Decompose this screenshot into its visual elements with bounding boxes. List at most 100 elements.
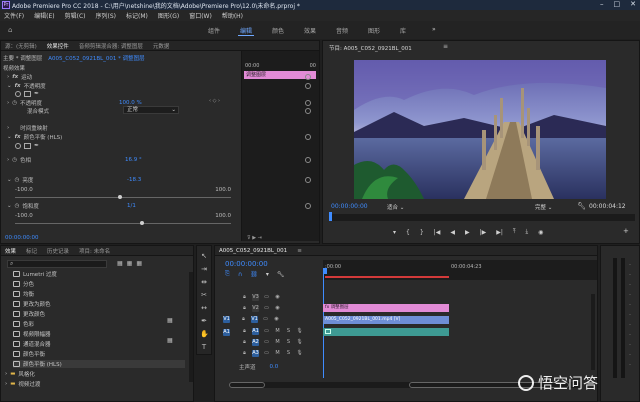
ripple-edit-tool-icon[interactable]: ⇹ [200,278,208,286]
track-select-tool-icon[interactable]: ⇥ [200,265,208,273]
tab-metadata[interactable]: 元数据 [153,42,170,50]
list-item[interactable]: 通道混合器 [13,340,51,348]
stopwatch-icon[interactable]: ◷ [12,157,17,163]
32bit-effects-icon[interactable]: ▦ [127,260,133,267]
chevron-right-icon[interactable]: › [7,157,9,163]
mute-icon[interactable]: M [274,339,281,346]
reset-icon[interactable] [305,177,311,183]
step-back-icon[interactable]: ◀ [450,229,455,236]
lock-icon[interactable]: 🔒︎ [241,339,248,346]
tab-effects[interactable]: 效果 [5,247,16,255]
pen-mask-icon[interactable]: ✒ [34,142,39,149]
tab-project[interactable]: 项目: 未命名 [79,247,110,255]
workspace-effects[interactable]: 效果 [304,26,316,35]
reset-icon[interactable] [305,134,311,140]
rectangle-mask-icon[interactable] [24,142,31,149]
list-item[interactable]: 分色 [13,280,34,288]
home-icon[interactable]: ⌂ [8,26,12,34]
adjustment-layer-clip[interactable]: fx 调整图层 [323,304,449,312]
effects-search-input[interactable]: ⌕ [7,260,107,268]
sync-lock-icon[interactable]: ▭ [263,305,270,312]
playback-resolution-dropdown[interactable]: 完整 ⌄ [535,203,565,211]
maximize-icon[interactable]: □ [614,0,621,8]
chevron-right-icon[interactable]: › [7,74,9,80]
scrollbar-thumb[interactable] [229,382,265,388]
timeline-timecode[interactable]: 00:00:00:00 [225,260,268,268]
audio-clip[interactable] [323,328,449,336]
menu-help[interactable]: 帮助(H) [222,11,243,20]
lock-icon[interactable]: 🔒︎ [241,305,248,312]
menu-file[interactable]: 文件(F) [4,11,24,20]
timeline-sequence-tab[interactable]: A005_C052_0921BL_001 [219,248,287,254]
reset-icon[interactable] [305,74,311,80]
program-monitor-title[interactable]: 节目: A005_C052_0921BL_001 [329,44,412,52]
stopwatch-icon[interactable]: ◷ [12,100,17,106]
mute-icon[interactable]: M [274,350,281,357]
source-patch-v1[interactable]: V1 [223,316,230,323]
tab-audio-clip-mixer[interactable]: 音频剪辑混合器: 调整图层 [79,42,143,50]
program-video-frame[interactable] [354,60,606,199]
razor-tool-icon[interactable]: ✂ [200,291,208,299]
saturation-slider-knob[interactable] [140,221,144,225]
timeline-vertical-scrollbar[interactable] [591,294,595,370]
master-track-value[interactable]: 0.0 [270,364,279,370]
accelerated-effects-icon[interactable]: ▦ [117,260,123,267]
solo-icon[interactable]: S [285,350,292,357]
chevron-down-icon[interactable]: ⌄ [7,177,12,183]
lightness-slider-knob[interactable] [118,195,122,199]
list-item[interactable]: 更改颜色 [13,310,45,318]
rectangle-mask-icon[interactable] [24,90,31,97]
menu-edit[interactable]: 编辑(E) [34,11,54,20]
solo-icon[interactable]: S [285,328,292,335]
wrench-icon[interactable]: 🔧︎ [577,202,586,210]
workspace-color[interactable]: 颜色 [272,26,284,35]
zoom-fit-dropdown[interactable]: 适合 ⌄ [387,203,427,211]
scrollbar[interactable] [189,272,193,382]
slip-tool-icon[interactable]: ↔ [200,304,208,312]
add-marker-icon[interactable]: ▾ [393,229,396,236]
program-scrub-bar[interactable] [329,212,635,221]
filter-icon[interactable]: ⊽ ▶ ⇥ [247,235,262,241]
reset-icon[interactable] [305,203,311,209]
workspace-assembly[interactable]: 组件 [208,26,220,35]
list-item[interactable]: 视频限幅器 [13,330,51,338]
timeline-ruler[interactable]: :00:00 00:00:04:23 [323,260,597,280]
menu-graphics[interactable]: 图形(G) [158,11,179,20]
microphone-icon[interactable]: 🎙︎ [296,328,303,335]
stopwatch-icon[interactable]: ◷ [15,203,20,209]
sync-lock-icon[interactable]: ▭ [263,294,270,301]
ellipse-mask-icon[interactable] [15,142,21,149]
mark-out-icon[interactable]: } [420,229,424,236]
button-editor-icon[interactable]: + [623,227,629,235]
pen-mask-icon[interactable]: ✒ [34,90,39,97]
effect-motion-row[interactable]: › fx 运动 [7,72,32,81]
sync-lock-icon[interactable]: ▭ [262,316,269,323]
eye-icon[interactable]: ◉ [273,316,280,323]
selection-tool-icon[interactable]: ↖ [200,252,208,260]
sync-lock-icon[interactable]: ▭ [263,328,270,335]
mute-icon[interactable]: M [274,328,281,335]
pen-tool-icon[interactable]: ✒ [200,317,208,325]
lightness-slider-track[interactable] [15,197,231,198]
workspace-graphics[interactable]: 图形 [368,26,380,35]
saturation-value[interactable]: 1/1 [127,203,136,209]
eye-icon[interactable]: ◉ [274,305,281,312]
chevron-right-icon[interactable]: › [7,100,9,106]
microphone-icon[interactable]: 🎙︎ [296,350,303,357]
extract-icon[interactable]: ⤓ [526,228,529,236]
ellipse-mask-icon[interactable] [15,90,21,97]
menu-window[interactable]: 窗口(W) [189,11,212,20]
tab-effect-controls[interactable]: 效果控件 [47,42,69,50]
video-clip[interactable]: A005_C052_0921BL_001.mp4 [V] [323,316,449,324]
menu-sequence[interactable]: 序列(S) [96,11,117,20]
list-item-selected[interactable]: 颜色平衡 (HLS) [13,360,185,368]
type-tool-icon[interactable]: T [200,343,208,351]
source-patch-a1[interactable]: A1 [223,329,230,336]
wrench-icon[interactable]: 🔧︎ [277,271,285,278]
yuv-effects-icon[interactable]: ▦ [136,260,142,267]
list-item[interactable]: 色彩 [13,320,34,328]
add-marker-icon[interactable]: ▾ [266,271,269,278]
mark-in-icon[interactable]: { [406,229,410,236]
hue-value[interactable]: 16.9 ° [125,157,142,163]
sync-lock-icon[interactable]: ▭ [263,350,270,357]
